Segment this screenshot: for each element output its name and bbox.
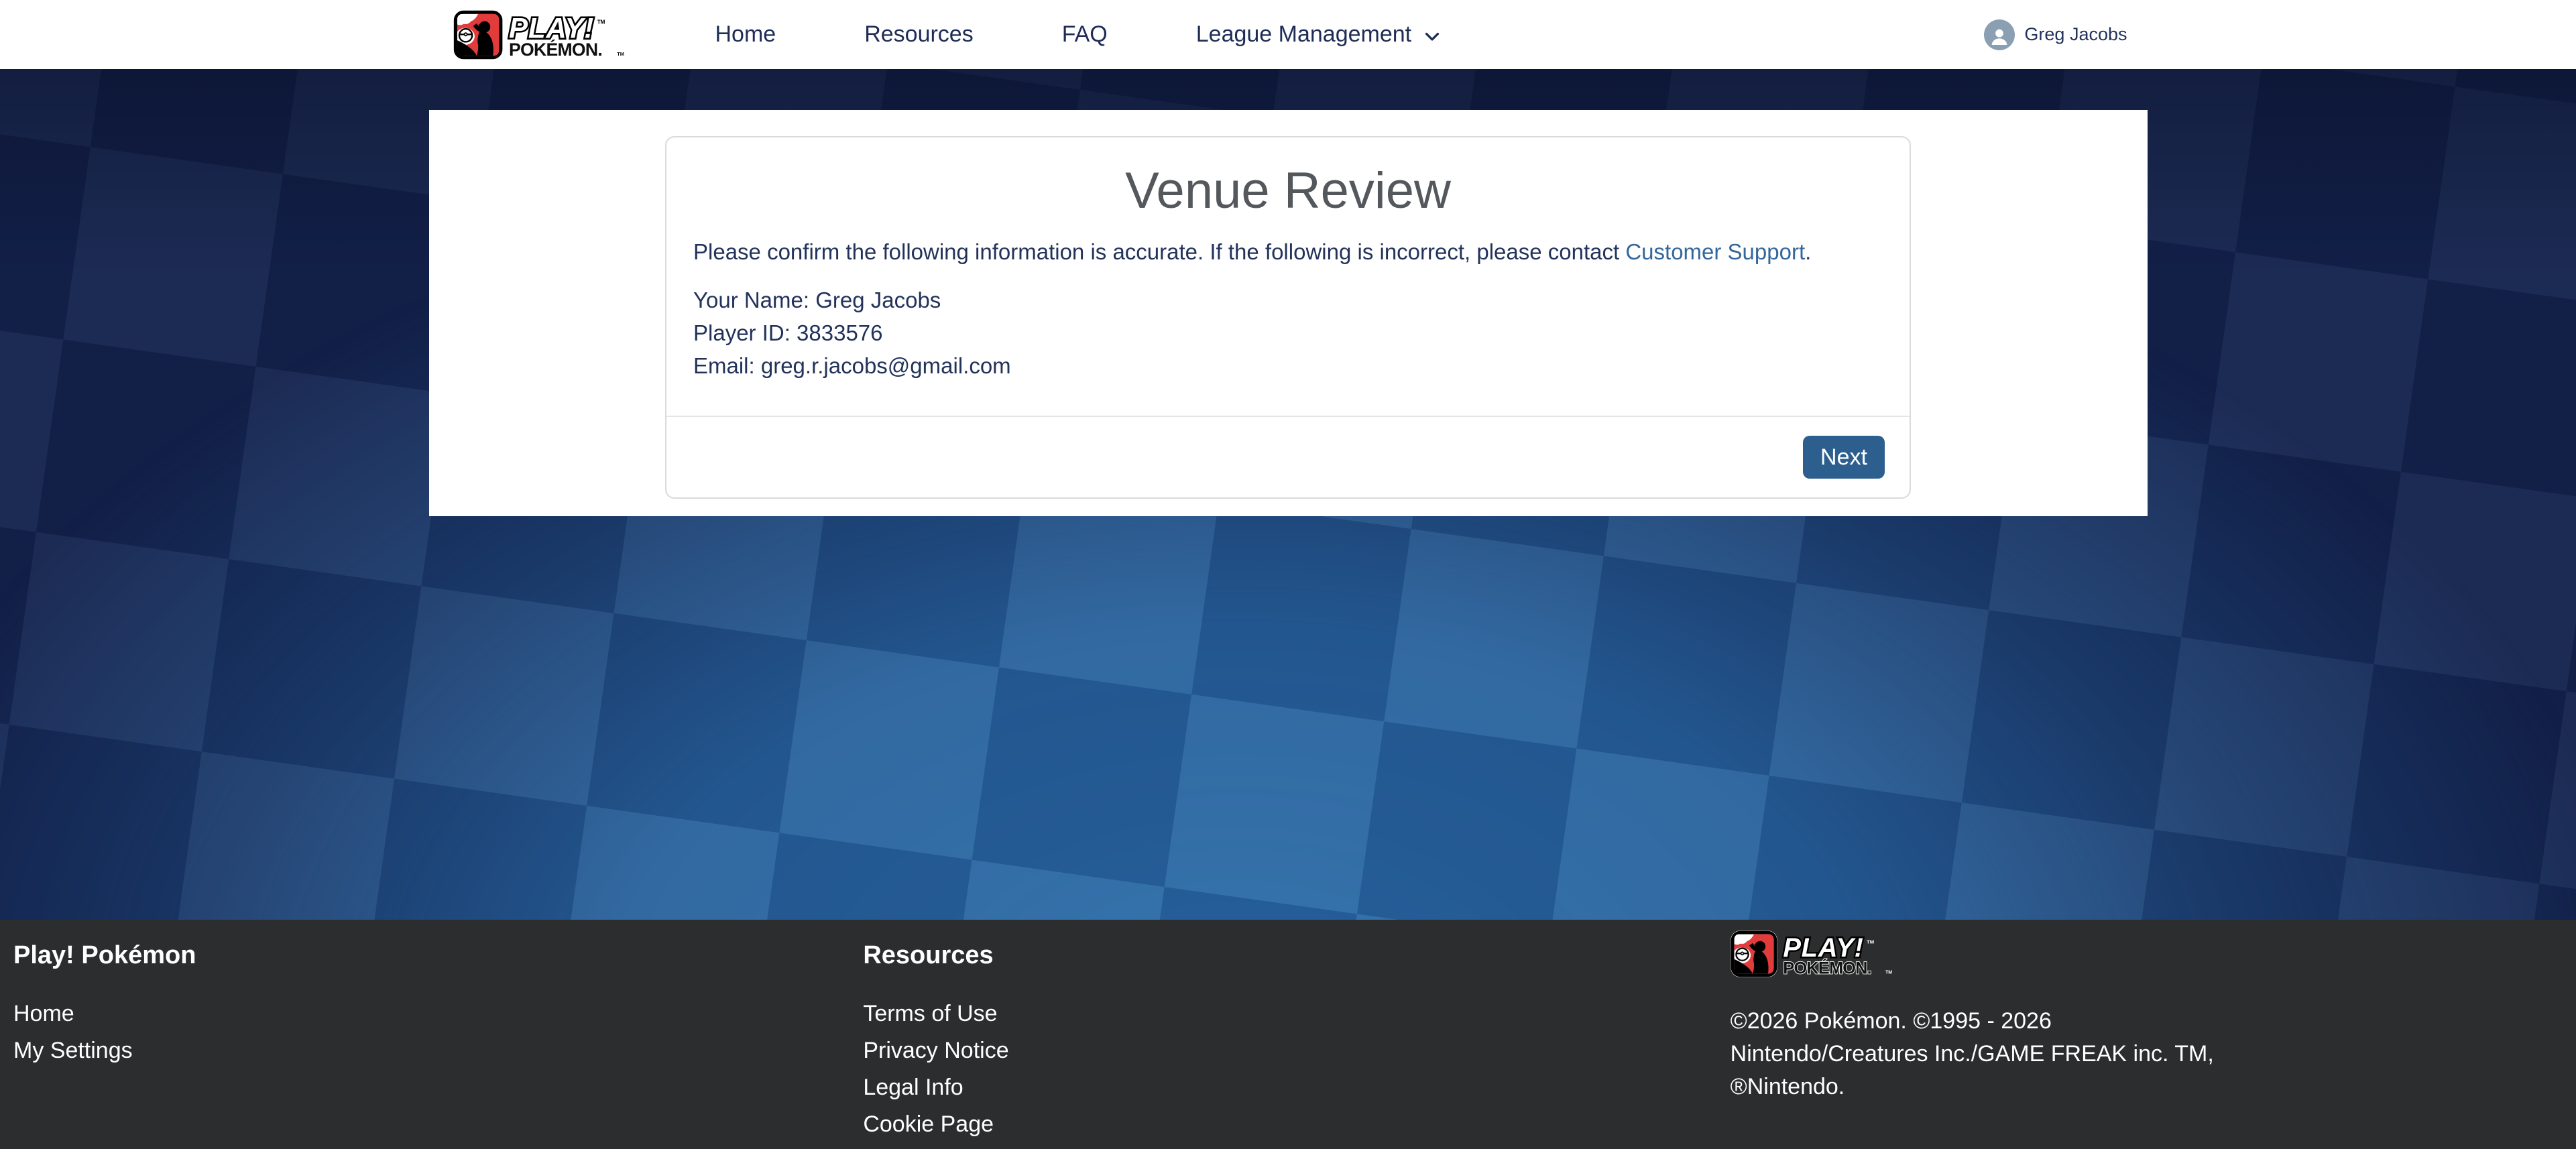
logo-play-tm: TM <box>597 19 605 25</box>
page-title: Venue Review <box>693 160 1883 221</box>
venue-review-card: Venue Review Please confirm the followin… <box>665 136 1911 499</box>
header-container: PLAY! TM POKÉMON. TM Home Resources FAQ … <box>429 0 2148 69</box>
copyright-block: ©2026 Pokémon. ©1995 - 2026 Nintendo/Cre… <box>1731 1005 2563 1103</box>
footer-link-legal-info[interactable]: Legal Info <box>863 1075 963 1100</box>
footer-brand-links: Home My Settings <box>13 997 863 1071</box>
footer-link-cookie-page[interactable]: Cookie Page <box>863 1111 994 1137</box>
footer-link-item: Terms of Use <box>863 997 1712 1034</box>
footer-play-pokemon-logo: PLAY! TM POKÉMON. TM <box>1731 930 1928 977</box>
footer-link-my-settings[interactable]: My Settings <box>13 1038 133 1063</box>
footer-logo-play-tm: TM <box>1867 939 1874 945</box>
top-nav-bar: PLAY! TM POKÉMON. TM Home Resources FAQ … <box>0 0 2576 69</box>
footer-logo-pokemon-tm: TM <box>1885 970 1892 975</box>
card-body: Venue Review Please confirm the followin… <box>666 137 1910 416</box>
footer-link-item: Cookie Page <box>863 1108 1712 1145</box>
copyright-line-2: Nintendo/Creatures Inc./GAME FREAK inc. … <box>1731 1038 2563 1071</box>
nav-item-league-management-label: League Management <box>1196 21 1411 48</box>
person-icon <box>1989 26 2010 48</box>
footer-link-privacy-notice[interactable]: Privacy Notice <box>863 1038 1008 1063</box>
nav-item-faq[interactable]: FAQ <box>1062 21 1108 48</box>
footer-link-home[interactable]: Home <box>13 1001 74 1026</box>
copyright-line-1: ©2026 Pokémon. ©1995 - 2026 <box>1731 1005 2563 1038</box>
content-panel: Venue Review Please confirm the followin… <box>429 110 2148 516</box>
intro-text-before: Please confirm the following information… <box>693 239 1625 264</box>
brand-logo-link[interactable]: PLAY! TM POKÉMON. TM <box>453 10 662 60</box>
info-email-line: Email: greg.r.jacobs@gmail.com <box>693 349 1883 382</box>
footer-logo-play-text: PLAY! <box>1783 933 1863 963</box>
footer-logo-pokemon-text: POKÉMON. <box>1783 958 1871 977</box>
play-pokemon-logo: PLAY! TM POKÉMON. TM <box>453 10 662 60</box>
user-name: Greg Jacobs <box>2024 24 2127 45</box>
customer-support-link[interactable]: Customer Support <box>1625 239 1805 264</box>
nav-item-league-management[interactable]: League Management <box>1196 21 1444 48</box>
footer-link-terms-of-use[interactable]: Terms of Use <box>863 1001 997 1026</box>
footer-link-item: My Settings <box>13 1034 863 1071</box>
nav-item-resources[interactable]: Resources <box>864 21 974 48</box>
card-footer: Next <box>666 417 1910 497</box>
intro-text-after: . <box>1805 239 1811 264</box>
nav-item-home[interactable]: Home <box>715 21 776 48</box>
footer-legal-column: PLAY! TM POKÉMON. TM ©2026 Pokémon. ©199… <box>1713 920 2563 1149</box>
footer-link-item: Legal Info <box>863 1071 1712 1108</box>
copyright-line-3: ®Nintendo. <box>1731 1071 2563 1103</box>
footer-logo-icon <box>1733 934 1773 974</box>
checkered-background: Venue Review Please confirm the followin… <box>0 69 2576 920</box>
next-button[interactable]: Next <box>1803 436 1885 479</box>
footer-resources-links: Terms of Use Privacy Notice Legal Info C… <box>863 997 1712 1149</box>
footer-brand-column: Play! Pokémon Home My Settings <box>13 920 863 1149</box>
footer-brand-heading: Play! Pokémon <box>13 940 863 971</box>
footer: Play! Pokémon Home My Settings Resources… <box>0 920 2576 1149</box>
main-nav: Home Resources FAQ League Management <box>715 21 1444 48</box>
info-player-id-line: Player ID: 3833576 <box>693 316 1883 349</box>
chevron-down-icon <box>1421 25 1444 48</box>
avatar <box>1984 19 2015 50</box>
footer-link-item: Privacy Notice <box>863 1034 1712 1071</box>
logo-pokemon-text: POKÉMON. <box>508 40 601 60</box>
logo-pokemon-tm: TM <box>617 51 624 57</box>
footer-resources-heading: Resources <box>863 940 1712 971</box>
logo-icon <box>455 13 498 55</box>
footer-link-item: Contact Support <box>863 1145 1712 1149</box>
intro-text: Please confirm the following information… <box>693 238 1883 265</box>
user-menu[interactable]: Greg Jacobs <box>1984 19 2127 50</box>
info-name-line: Your Name: Greg Jacobs <box>693 284 1883 316</box>
player-info-block: Your Name: Greg Jacobs Player ID: 383357… <box>693 284 1883 382</box>
footer-resources-column: Resources Terms of Use Privacy Notice Le… <box>863 920 1712 1149</box>
footer-link-item: Home <box>13 997 863 1034</box>
